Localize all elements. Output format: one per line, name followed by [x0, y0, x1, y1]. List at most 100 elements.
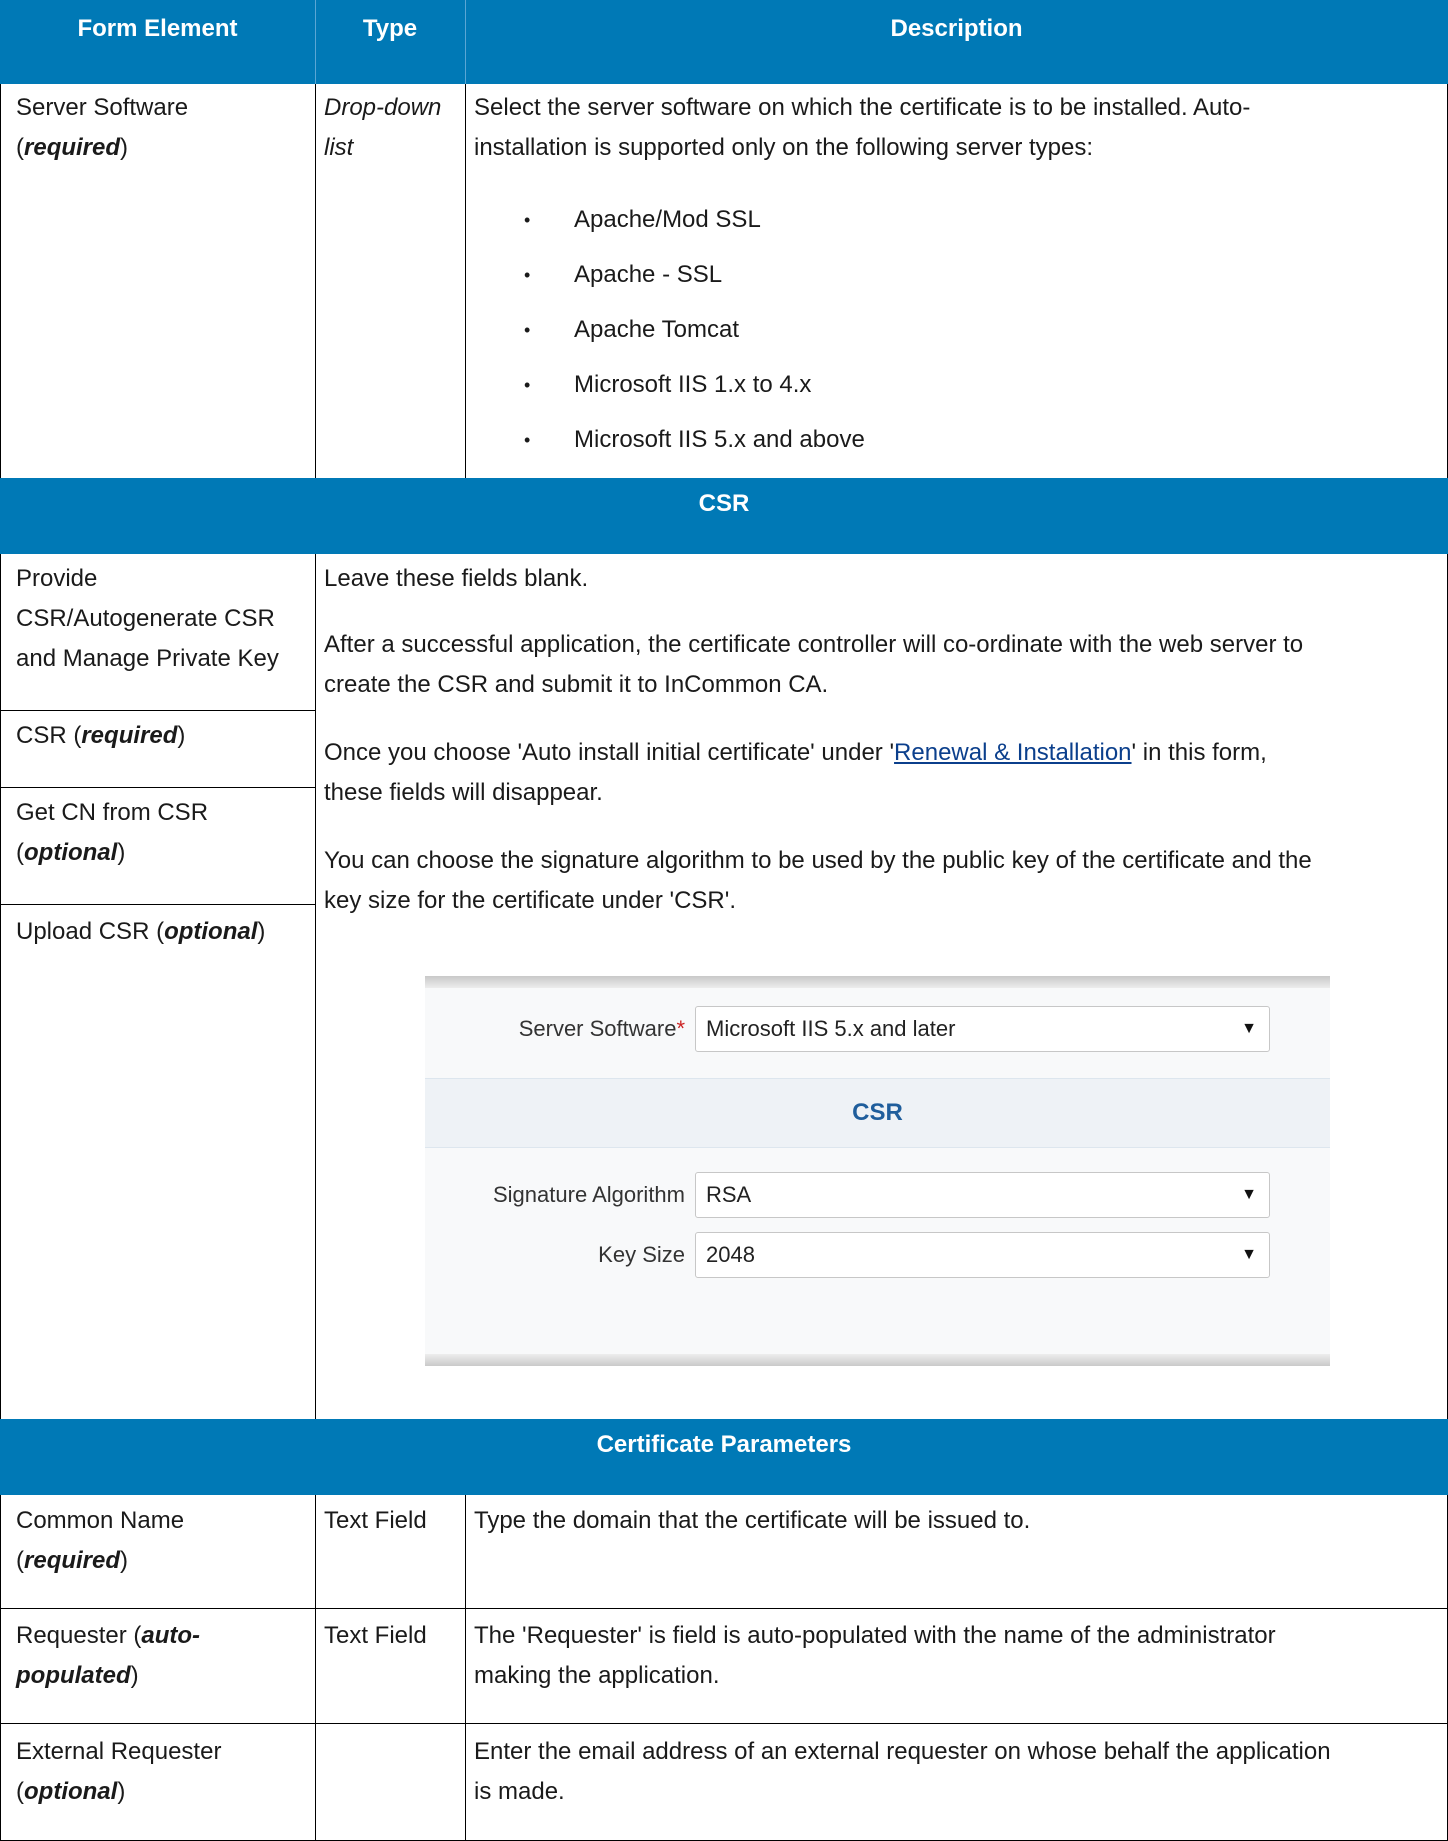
select-value: Microsoft IIS 5.x and later	[706, 1016, 956, 1041]
list-item: Apache/Mod SSL	[474, 200, 1374, 255]
field-csr: CSR (required)	[16, 722, 186, 749]
text-line: Once you choose 'Auto install initial ce…	[324, 739, 895, 766]
paragraph: Once you choose 'Auto install initial ce…	[324, 733, 1434, 813]
required-qualifier: required	[81, 722, 178, 749]
select-value: RSA	[706, 1182, 752, 1207]
type-line: list	[324, 134, 354, 161]
select-value: 2048	[706, 1242, 755, 1267]
table-border-left	[0, 554, 1, 1419]
row-divider	[0, 1608, 1448, 1609]
field-name: CSR	[16, 722, 67, 749]
paragraph: After a successful application, the cert…	[324, 625, 1434, 705]
column-divider	[315, 84, 316, 478]
text-line: You can choose the signature algorithm t…	[324, 847, 1312, 874]
header-col-type: Type	[362, 15, 418, 42]
torn-edge	[425, 1354, 1330, 1366]
section-title: Certificate Parameters	[596, 1431, 852, 1458]
chevron-down-icon: ▼	[1241, 1186, 1257, 1203]
field-name: CSR/Autogenerate CSR	[16, 605, 275, 632]
auto-populated-qualifier: auto-	[141, 1622, 201, 1649]
signature-algorithm-select[interactable]: RSA ▼	[695, 1172, 1270, 1218]
row-divider	[0, 787, 316, 788]
list-item: Microsoft IIS 5.x and above	[474, 420, 1374, 475]
field-type: Text Field	[324, 1507, 427, 1534]
chevron-down-icon: ▼	[1241, 1246, 1257, 1263]
server-type-list: Apache/Mod SSL Apache - SSL Apache Tomca…	[474, 200, 1374, 475]
optional-qualifier: optional	[24, 839, 118, 866]
field-type: Text Field	[324, 1622, 427, 1649]
server-software-description: Select the server software on which the …	[474, 88, 1250, 168]
header-divider	[465, 0, 466, 84]
field-description: Type the domain that the certificate wil…	[474, 1507, 1031, 1534]
renewal-installation-link[interactable]: Renewal & Installation	[894, 739, 1131, 766]
row-divider	[0, 710, 316, 711]
header-col-description: Description	[890, 15, 1023, 42]
field-name: and Manage Private Key	[16, 645, 279, 672]
field-get-cn: Get CN from CSR (optional)	[16, 799, 209, 866]
field-name: External Requester	[16, 1738, 222, 1765]
field-name: Provide	[16, 565, 98, 592]
field-description: Enter the email address of an external r…	[474, 1732, 1331, 1812]
field-name: Requester (	[16, 1622, 142, 1649]
key-size-select[interactable]: 2048 ▼	[695, 1232, 1270, 1278]
required-mark: *	[676, 1016, 685, 1041]
torn-edge	[425, 976, 1330, 988]
field-name: Server Software	[16, 94, 189, 121]
desc-line: is made.	[474, 1778, 565, 1805]
text-line: ' in this form,	[1131, 739, 1267, 766]
table-border-left	[0, 1495, 1, 1841]
column-divider	[465, 84, 466, 478]
label-text: Server Software	[518, 1016, 677, 1041]
field-provide-csr: Provide CSR/Autogenerate CSR and Manage …	[16, 559, 279, 679]
list-item: Microsoft IIS 1.x to 4.x	[474, 365, 1374, 420]
optional-qualifier: optional	[24, 1778, 118, 1805]
text-line: After a successful application, the cert…	[324, 631, 1304, 658]
column-divider	[315, 1495, 316, 1841]
field-description: The 'Requester' is field is auto-populat…	[474, 1616, 1276, 1696]
type-line: Drop-down	[324, 94, 442, 121]
csr-description: Leave these fields blank. After a succes…	[324, 559, 1434, 921]
csr-form-screenshot: Server Software* Microsoft IIS 5.x and l…	[425, 976, 1330, 1366]
desc-line: installation is supported only on the fo…	[474, 134, 1094, 161]
paragraph: You can choose the signature algorithm t…	[324, 841, 1434, 921]
text-line: key size for the certificate under 'CSR'…	[324, 887, 736, 914]
field-external-requester: External Requester (optional)	[16, 1738, 222, 1805]
section-title: CSR	[698, 490, 750, 517]
signature-algorithm-label: Signature Algorithm	[493, 1182, 685, 1207]
header-col-form-element: Form Element	[77, 15, 238, 42]
desc-line: making the application.	[474, 1662, 720, 1689]
column-divider	[315, 554, 316, 1419]
optional-qualifier: optional	[164, 918, 258, 945]
field-name: Get CN from CSR	[16, 799, 209, 826]
field-name: Common Name	[16, 1507, 185, 1534]
list-item: Apache Tomcat	[474, 310, 1374, 365]
desc-line: Enter the email address of an external r…	[474, 1738, 1331, 1765]
field-name: Upload CSR	[16, 918, 150, 945]
table-border-left	[0, 84, 1, 478]
server-software-label: Server Software*	[425, 1016, 685, 1042]
server-software-type: Drop-down list	[324, 88, 441, 168]
paragraph: Leave these fields blank.	[324, 565, 589, 592]
required-qualifier: required	[24, 134, 121, 161]
desc-line: The 'Requester' is field is auto-populat…	[474, 1622, 1276, 1649]
text-line: these fields will disappear.	[324, 779, 603, 806]
server-software-name: Server Software (required)	[16, 94, 189, 161]
list-item: Apache - SSL	[474, 255, 1374, 310]
desc-line: Select the server software on which the …	[474, 94, 1251, 121]
section-header-certificate-parameters: Certificate Parameters	[0, 1419, 1448, 1495]
field-upload-csr: Upload CSR (optional)	[16, 918, 266, 945]
auto-populated-qualifier: populated	[16, 1662, 131, 1689]
header-divider	[315, 0, 316, 84]
row-divider	[0, 904, 316, 905]
text-line: create the CSR and submit it to InCommon…	[324, 671, 829, 698]
server-software-select[interactable]: Microsoft IIS 5.x and later ▼	[695, 1006, 1270, 1052]
csr-subheading: CSR	[425, 1078, 1330, 1148]
field-common-name: Common Name (required)	[16, 1507, 185, 1574]
required-qualifier: required	[24, 1547, 121, 1574]
column-divider	[465, 1495, 466, 1841]
row-divider	[0, 1723, 1448, 1724]
key-size-label: Key Size	[598, 1242, 685, 1267]
section-header-csr: CSR	[0, 478, 1448, 554]
chevron-down-icon: ▼	[1241, 1020, 1257, 1037]
field-requester: Requester (auto-populated)	[16, 1622, 201, 1689]
